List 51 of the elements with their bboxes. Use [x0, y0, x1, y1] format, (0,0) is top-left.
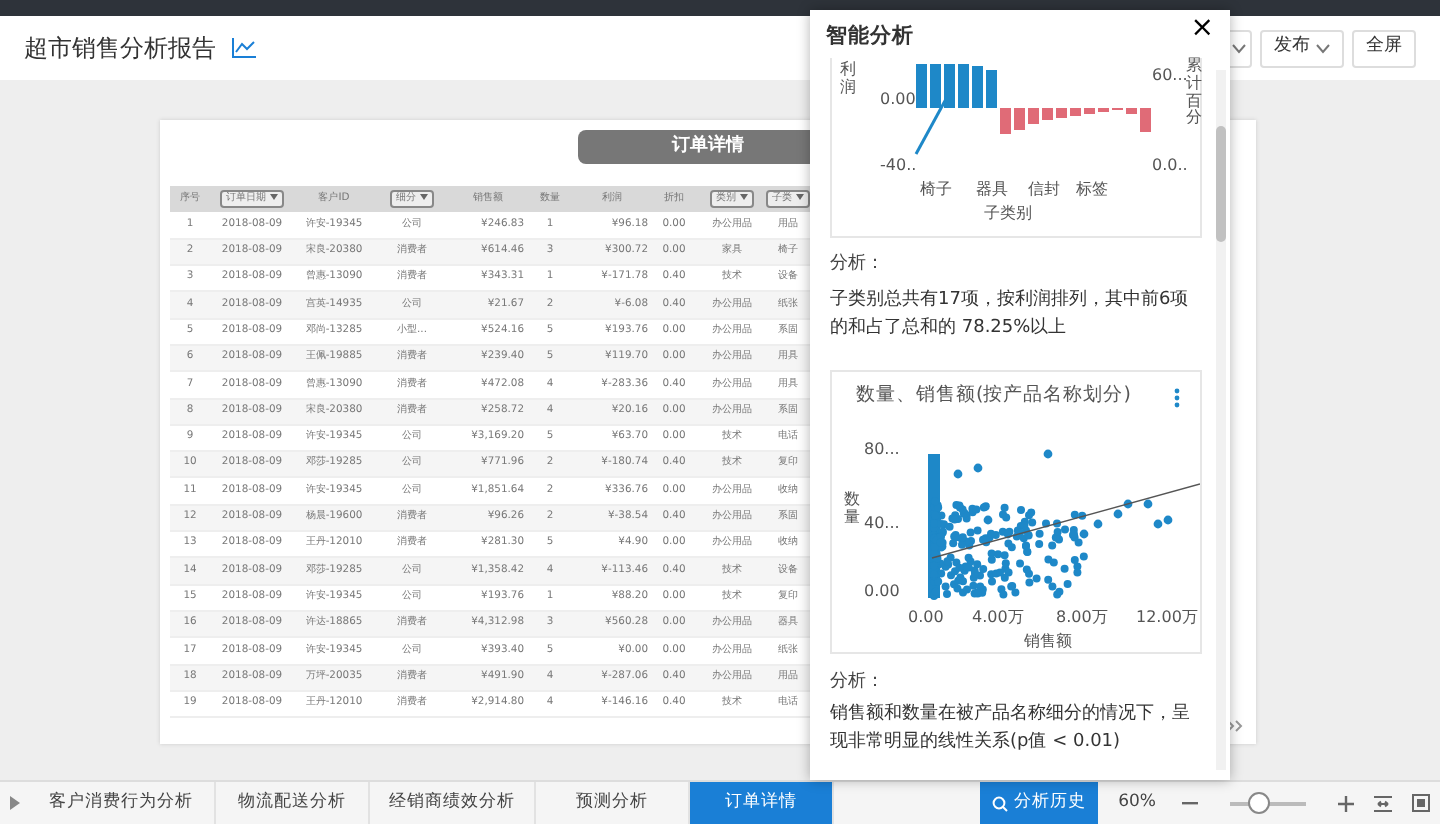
chart-title: 数量、销售额(按产品名称划分)	[856, 386, 1131, 405]
history-button[interactable]: 分析历史	[980, 781, 1099, 824]
more-icon[interactable]	[1174, 388, 1180, 408]
axis-tick-label: 4.00万	[972, 610, 1024, 626]
caret-icon	[795, 193, 804, 200]
report-title: 超市销售分析报告	[24, 32, 216, 66]
axis-tick-label: -40..	[880, 158, 917, 174]
caret-icon	[739, 193, 748, 200]
analysis-heading: 分析：	[830, 252, 884, 278]
axis-tick-label: 0.0..	[1152, 158, 1188, 174]
double-chevron-icon[interactable]	[1226, 720, 1244, 732]
axis-tick-label: 80...	[864, 442, 900, 458]
scrollbar[interactable]	[1216, 70, 1226, 770]
caret-icon	[269, 193, 278, 200]
caret-icon	[1232, 43, 1246, 53]
scrollbar-thumb[interactable]	[1216, 126, 1226, 242]
minus-icon[interactable]	[1182, 801, 1198, 805]
caret-icon	[1316, 43, 1330, 53]
fit-width-icon[interactable]	[1374, 795, 1392, 811]
toolbar-button[interactable]: 全屏	[1352, 29, 1416, 67]
axis-tick-label: 信封	[1028, 182, 1060, 198]
axis-title: 数量	[844, 492, 860, 528]
axis-tick-label: 12.00万	[1136, 610, 1198, 626]
analysis-text: 销售额和数量在被产品名称细分的情况下，呈现非常明显的线性关系(p值 < 0.01)	[830, 702, 1192, 756]
axis-tick-label: 0.00	[908, 610, 944, 626]
axis-title: 累计百分	[1186, 58, 1202, 129]
zoom-level: 60%	[1118, 790, 1156, 816]
toolbar-button[interactable]: 发布	[1260, 29, 1344, 67]
fit-page-icon[interactable]	[1412, 794, 1430, 812]
play-icon[interactable]	[9, 796, 19, 810]
analysis-text: 子类别总共有17项，按利润排列，其中前6项的和占了总和的 78.25%以上	[830, 288, 1191, 342]
axis-tick-label: 8.00万	[1056, 610, 1108, 626]
line-chart-icon[interactable]	[232, 38, 256, 58]
axis-tick-label: 标签	[1076, 182, 1108, 198]
panel-title: 智能分析	[826, 22, 914, 52]
axis-tick-label: 0.00	[864, 584, 900, 600]
axis-title: 销售额	[1024, 634, 1072, 650]
caret-icon	[419, 193, 428, 200]
axis-tick-label: 60...	[1152, 68, 1188, 84]
axis-tick-label: 器具	[976, 182, 1008, 198]
close-button[interactable]: ×	[1190, 14, 1214, 42]
axis-tick-label: 40...	[864, 516, 900, 532]
search-icon	[992, 795, 1009, 811]
axis-title: 利润	[840, 62, 856, 98]
slider-thumb[interactable]	[1248, 792, 1271, 814]
analysis-heading: 分析：	[830, 670, 884, 696]
plus-icon[interactable]	[1338, 795, 1354, 811]
axis-tick-label: 0.00	[880, 92, 916, 108]
axis-title: 子类别	[984, 206, 1032, 222]
axis-tick-label: 椅子	[920, 182, 952, 198]
sheet-tab[interactable]: 订单详情	[690, 781, 834, 824]
